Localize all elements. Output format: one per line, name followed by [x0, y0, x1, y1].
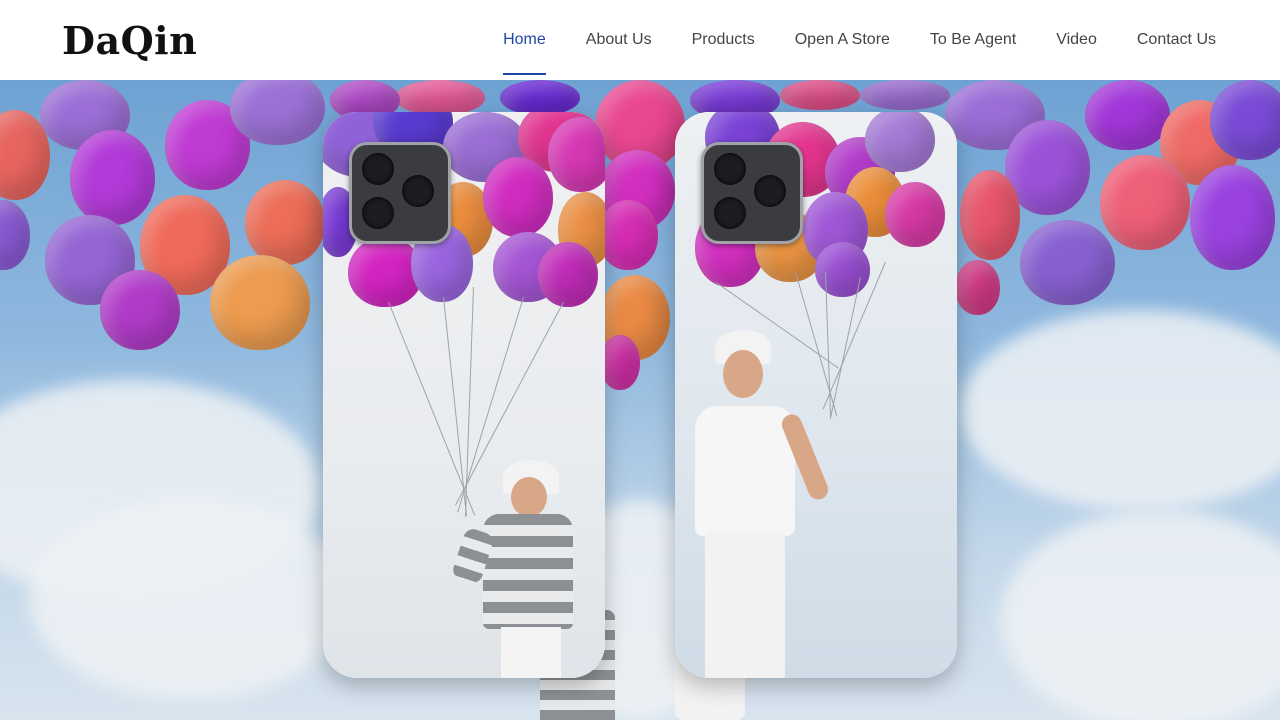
balloon: [1020, 220, 1115, 305]
brand-logo[interactable]: DaQin: [62, 18, 197, 63]
balloon: [70, 130, 155, 225]
camera-lens-icon: [714, 153, 746, 185]
balloon: [0, 200, 30, 270]
cloud: [960, 310, 1280, 510]
site-header: DaQin Home About Us Products Open A Stor…: [0, 0, 1280, 80]
nav-item-contact-us[interactable]: Contact Us: [1137, 21, 1216, 59]
balloon: [955, 260, 1000, 315]
camera-lens-icon: [402, 175, 434, 207]
woman-head: [723, 350, 763, 398]
nav-item-video[interactable]: Video: [1056, 21, 1097, 59]
child-pants: [501, 627, 561, 678]
balloon: [598, 200, 658, 270]
balloon: [245, 180, 325, 265]
camera-module: [349, 142, 451, 244]
nav-item-to-be-agent[interactable]: To Be Agent: [930, 21, 1016, 59]
cloud: [30, 500, 350, 700]
woman-legs: [705, 532, 785, 678]
phone-case-right[interactable]: [675, 112, 957, 678]
balloon: [100, 270, 180, 350]
balloon: [860, 80, 950, 110]
balloon: [548, 117, 605, 192]
balloon: [885, 182, 945, 247]
camera-module: [701, 142, 803, 244]
balloon: [1085, 80, 1170, 150]
balloon: [230, 80, 325, 145]
hero-banner[interactable]: [0, 80, 1280, 720]
balloon: [600, 335, 640, 390]
nav-item-open-a-store[interactable]: Open A Store: [795, 21, 890, 59]
child-head: [511, 477, 547, 517]
balloon: [538, 242, 598, 307]
phone-case-left[interactable]: [323, 112, 605, 678]
balloon: [865, 112, 935, 172]
balloon: [780, 80, 860, 110]
camera-lens-icon: [754, 175, 786, 207]
main-nav: Home About Us Products Open A Store To B…: [503, 0, 1216, 80]
camera-lens-icon: [714, 197, 746, 229]
woman-shirt: [695, 406, 795, 536]
balloon: [1190, 165, 1275, 270]
balloon: [210, 255, 310, 350]
nav-item-home[interactable]: Home: [503, 21, 546, 75]
balloon: [483, 157, 553, 237]
balloon: [500, 80, 580, 115]
balloon: [815, 242, 870, 297]
balloon: [1210, 80, 1280, 160]
camera-lens-icon: [362, 153, 394, 185]
camera-lens-icon: [362, 197, 394, 229]
nav-item-about-us[interactable]: About Us: [586, 21, 652, 59]
balloon: [1100, 155, 1190, 250]
nav-item-products[interactable]: Products: [692, 21, 755, 59]
child-shirt: [483, 514, 573, 629]
cloud: [1000, 510, 1280, 720]
balloon: [960, 170, 1020, 260]
balloon: [395, 80, 485, 115]
